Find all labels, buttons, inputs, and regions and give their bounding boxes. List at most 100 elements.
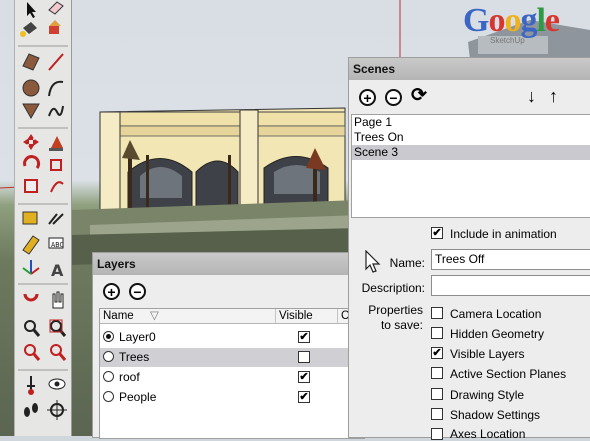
scale-icon[interactable] [24,179,38,193]
svg-text:ABC: ABC [51,241,64,249]
column-header-name[interactable]: Name ▽ [100,309,276,324]
layers-table: Name▽ Visible Co Layer0 ✔ Trees roof ✔ P… [99,308,365,439]
scene-list: Page 1 Trees On Scene 3 [351,114,590,218]
property-label: Axes Location [450,427,526,441]
pencil-line-icon[interactable] [48,53,64,71]
footprints-icon[interactable] [24,403,38,417]
property-checkbox[interactable] [431,367,443,379]
freehand-icon[interactable] [48,105,64,117]
tape-measure-icon[interactable] [22,211,38,225]
eraser-icon[interactable] [48,1,64,15]
previous-view-icon[interactable] [50,344,67,361]
push-pull-icon[interactable] [49,20,61,34]
visible-checkbox[interactable]: ✔ [298,391,310,403]
property-checkbox[interactable] [431,327,443,339]
property-label: Shadow Settings [450,408,541,422]
layer-row[interactable]: roof ✔ [100,368,364,387]
layer-name[interactable]: Trees [119,350,149,364]
name-label: Name: [389,256,425,270]
scenes-title: Scenes [349,58,590,80]
add-scene-button[interactable]: + [359,89,376,106]
add-layer-button[interactable]: + [103,283,120,300]
delete-scene-button[interactable]: − [385,89,402,106]
toolbar-icons: ABC A [18,1,68,420]
pan-icon[interactable] [52,291,64,309]
visible-checkbox[interactable]: ✔ [298,371,310,383]
zoom-window-icon[interactable] [49,319,67,337]
delete-layer-button[interactable]: − [129,283,146,300]
axes-icon[interactable] [22,260,40,275]
svg-text:A: A [51,261,64,280]
property-checkbox[interactable] [431,428,443,440]
property-checkbox[interactable]: ✔ [431,347,443,359]
layers-title: Layers [93,253,363,275]
follow-me-icon[interactable] [49,136,63,151]
look-around-icon[interactable] [48,378,66,390]
scene-item[interactable]: Trees On [352,130,590,145]
property-checkbox[interactable] [431,388,443,400]
layer-row[interactable]: People ✔ [100,388,364,407]
visible-checkbox[interactable] [298,351,310,363]
layer-name[interactable]: roof [119,370,140,384]
active-layer-radio[interactable] [103,331,114,342]
paint-bucket-icon[interactable] [20,22,37,37]
google-logo: Google [463,2,560,40]
google-logo-letter: e [544,2,560,39]
move-scene-up-icon[interactable]: ↑ [549,86,558,106]
visible-checkbox[interactable]: ✔ [298,331,310,343]
property-checkbox[interactable] [431,307,443,319]
circle-icon[interactable] [22,79,40,97]
protractor-icon[interactable] [22,235,40,255]
property-label: Drawing Style [450,388,525,402]
layer-row[interactable]: Layer0 ✔ [100,328,364,347]
sketchup-mark: SketchUp [490,36,525,45]
update-scene-icon[interactable]: ⟳ [411,86,427,106]
description-label: Description: [361,281,425,295]
orbit-icon[interactable] [50,181,64,193]
scene-item[interactable]: Scene 3 [352,145,590,160]
scene-description-field[interactable] [431,275,590,296]
column-header-name-label: Name [103,310,134,322]
walkthrough-icon[interactable] [47,400,67,420]
active-layer-radio[interactable] [103,391,114,402]
google-logo-letter: o [504,2,521,39]
properties-label-line2: to save: [380,318,423,332]
google-logo-letter: G [463,2,489,39]
property-label: Visible Layers [450,347,525,361]
include-animation-checkbox[interactable]: ✔ [431,227,443,239]
polygon-icon[interactable] [22,103,40,120]
move-icon[interactable] [23,134,39,150]
move-scene-down-icon[interactable]: ↓ [527,86,536,106]
property-label: Active Section Planes [450,367,567,381]
tools-toolbar: ABC A [14,0,72,436]
include-animation-label: Include in animation [450,227,557,241]
arc-icon[interactable] [48,80,64,97]
layer-name[interactable]: People [119,390,156,404]
rectangle-icon[interactable] [22,53,40,71]
position-camera-icon[interactable] [27,376,35,395]
property-label: Camera Location [450,307,542,321]
column-header-visible[interactable]: Visible [276,309,338,324]
rotate-icon[interactable] [23,155,41,169]
property-label: Hidden Geometry [450,327,545,341]
layer-row[interactable]: Trees [100,348,364,367]
properties-label-line1: Properties [368,303,423,317]
text-icon[interactable]: ABC [48,237,64,249]
offset-icon[interactable] [50,159,62,171]
section-plane-icon[interactable] [23,293,39,302]
scenes-panel: Scenes + − ⟳ ↓ ↑ Page 1 Trees On Scene 3… [348,57,590,441]
google-logo-letter: o [488,2,505,39]
zoom-extents-icon[interactable] [24,344,41,361]
active-layer-radio[interactable] [103,351,114,362]
scene-item[interactable]: Page 1 [352,115,590,130]
dimension-icon[interactable] [48,213,64,225]
zoom-icon[interactable] [24,320,41,337]
layers-panel: Layers + − Name▽ Visible Co Layer0 ✔ Tre… [92,252,365,439]
scene-name-field[interactable]: Trees Off [431,249,590,270]
active-layer-radio[interactable] [103,371,114,382]
layer-name[interactable]: Layer0 [119,330,156,344]
select-arrow-icon[interactable] [27,2,36,18]
property-checkbox[interactable] [431,408,443,420]
google-logo-letter: g [520,2,537,39]
3d-text-icon[interactable]: A [51,261,64,280]
